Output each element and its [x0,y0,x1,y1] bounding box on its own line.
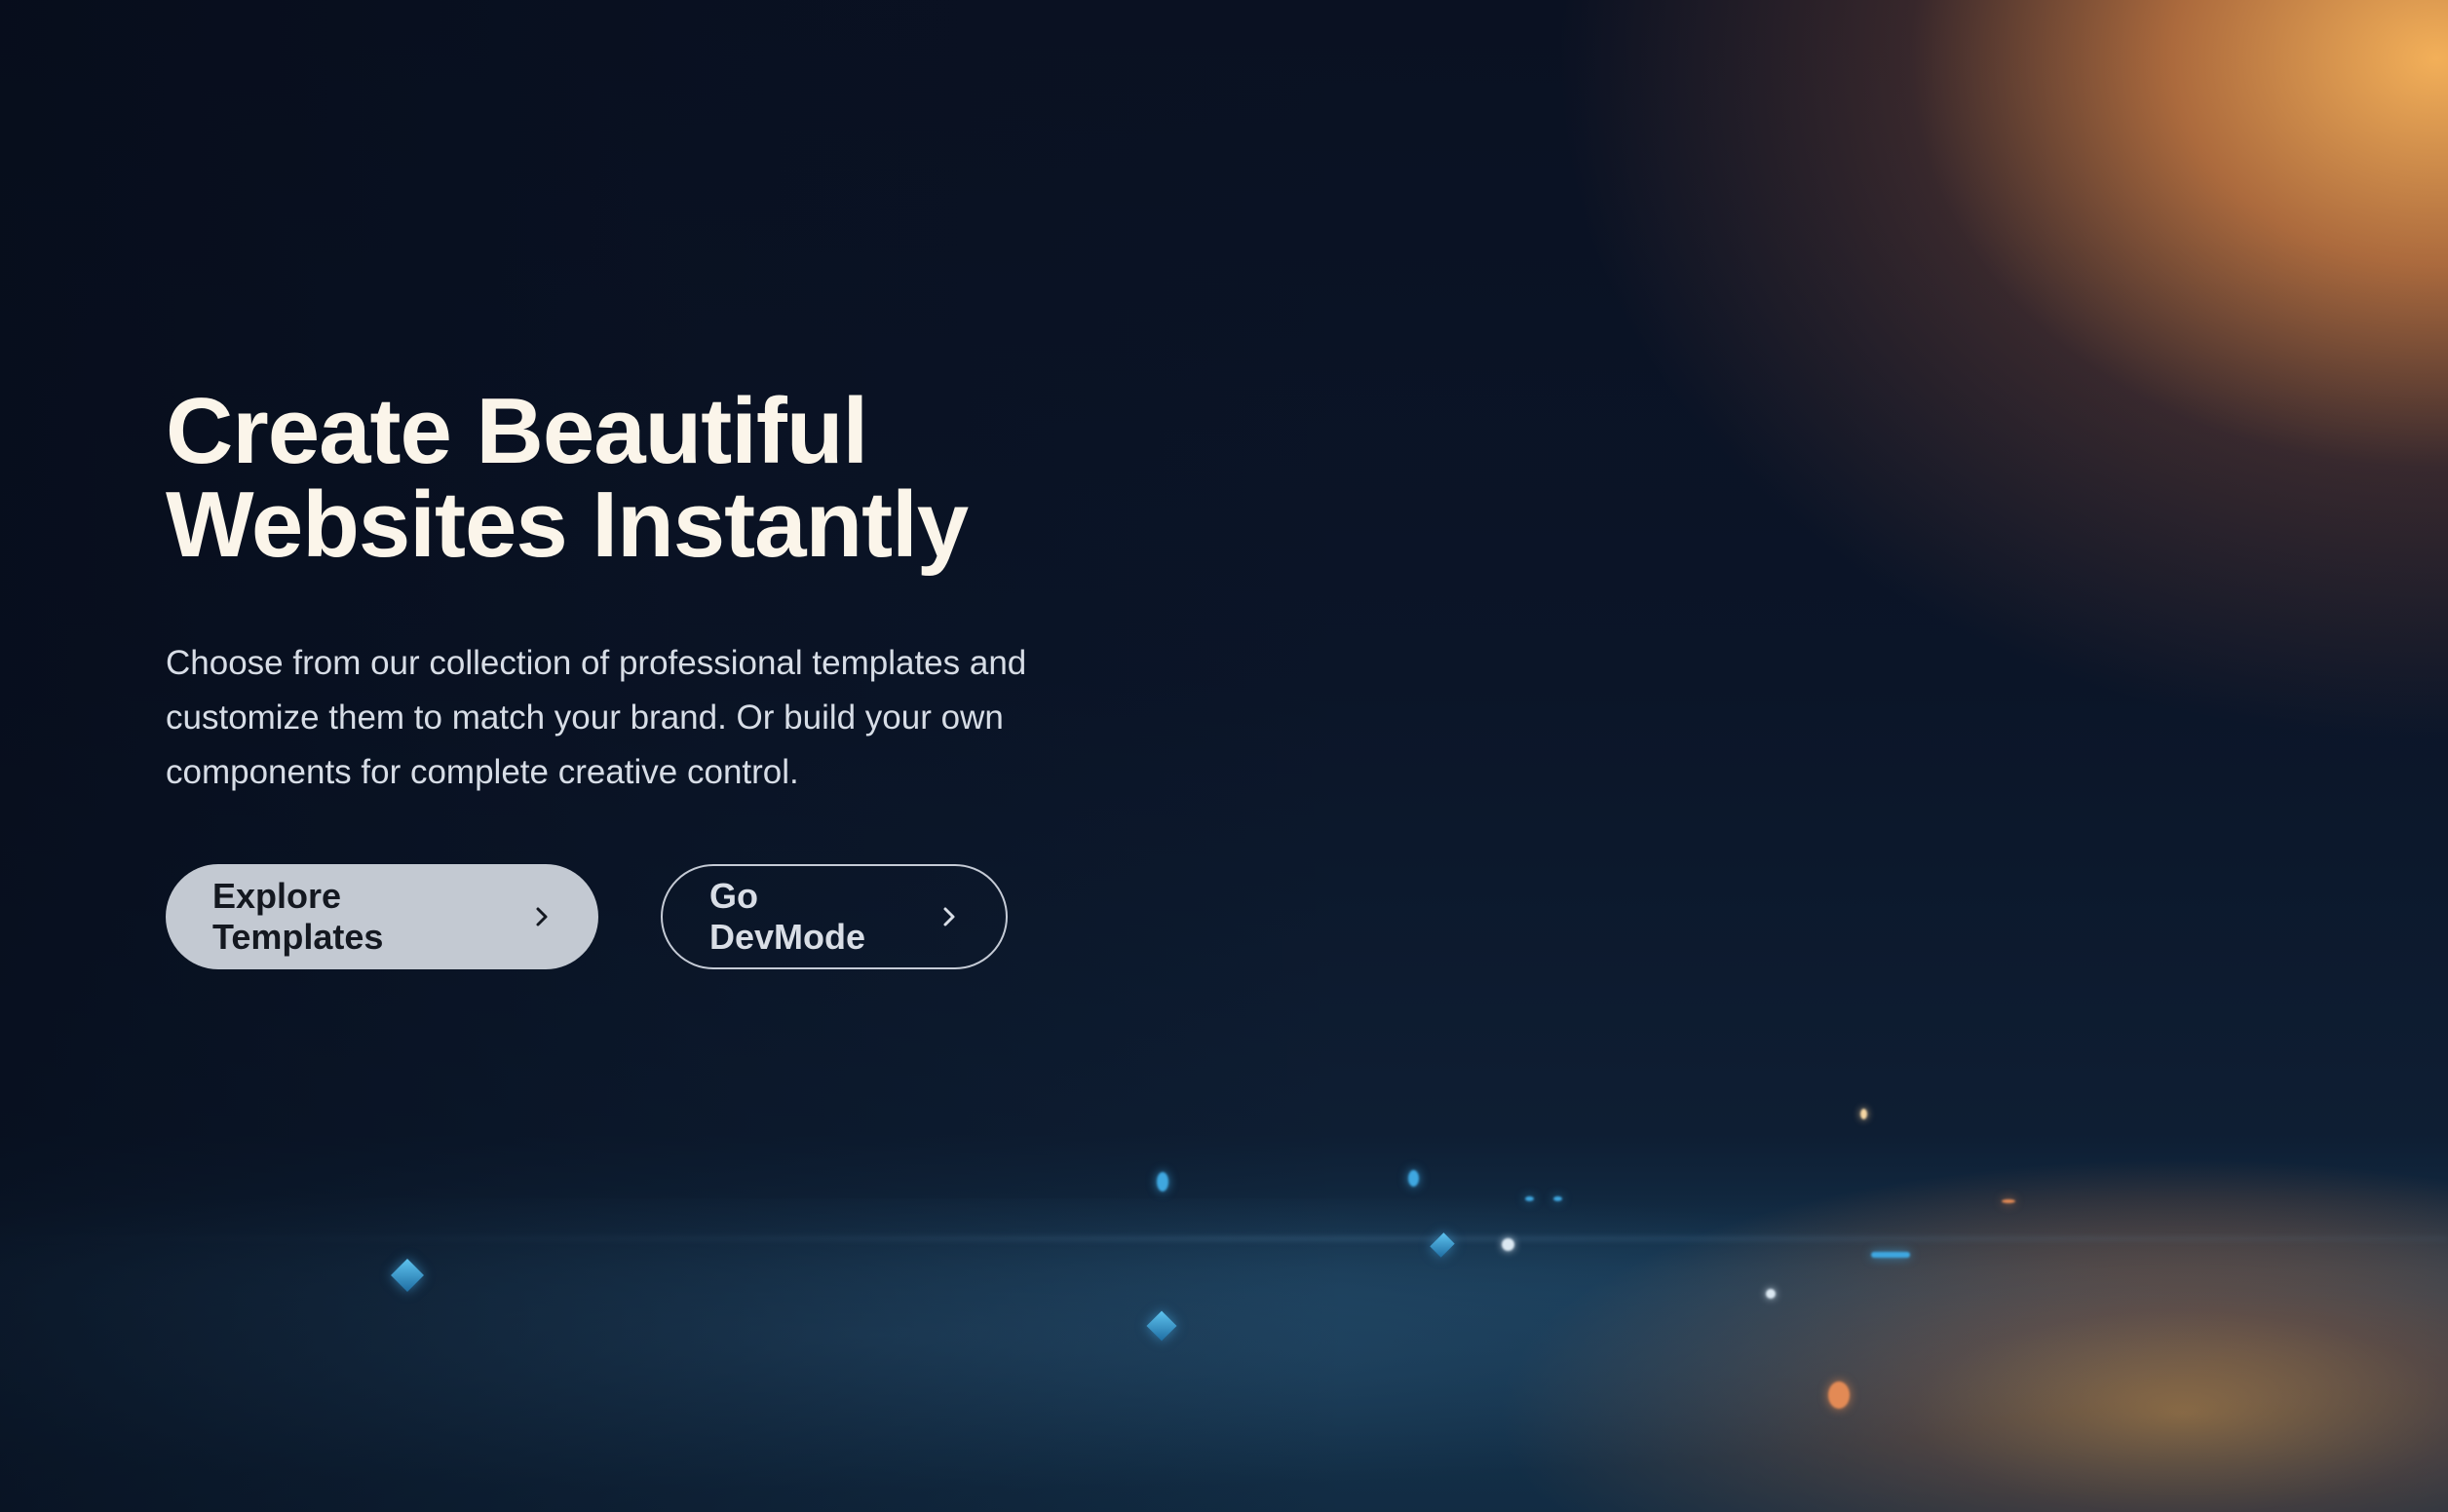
hero-subtitle-line-2: customize them to match your brand. Or b… [166,699,1004,737]
background-particle [1871,1252,1910,1258]
hero-actions: Explore Templates Go DevMode [166,864,1140,969]
chevron-right-icon [938,906,959,927]
hero-subtitle: Choose from our collection of profession… [166,636,1101,800]
background-particle [1828,1381,1850,1409]
hero-content: Create Beautiful Websites Instantly Choo… [166,385,1140,969]
hero-title-line-1: Create Beautiful [166,379,868,483]
hero-section: Create Beautiful Websites Instantly Choo… [0,0,2448,1512]
background-particle [1860,1109,1867,1119]
background-particle [1766,1289,1776,1299]
background-particle [1525,1196,1534,1201]
go-devmode-button[interactable]: Go DevMode [661,864,1008,969]
hero-title-line-2: Websites Instantly [166,472,969,577]
background-particle [2002,1199,2015,1203]
chevron-right-icon [531,906,552,927]
hero-subtitle-line-3: components for complete creative control… [166,753,799,791]
explore-templates-label: Explore Templates [212,876,384,957]
background-particle [1157,1172,1168,1191]
background-particle [1553,1196,1562,1201]
hero-subtitle-line-1: Choose from our collection of profession… [166,644,1027,682]
go-devmode-label: Go DevMode [709,876,866,957]
hero-title: Create Beautiful Websites Instantly [166,385,1140,572]
background-particle [1502,1238,1514,1251]
background-particle [1408,1170,1419,1187]
explore-templates-button[interactable]: Explore Templates [166,864,598,969]
